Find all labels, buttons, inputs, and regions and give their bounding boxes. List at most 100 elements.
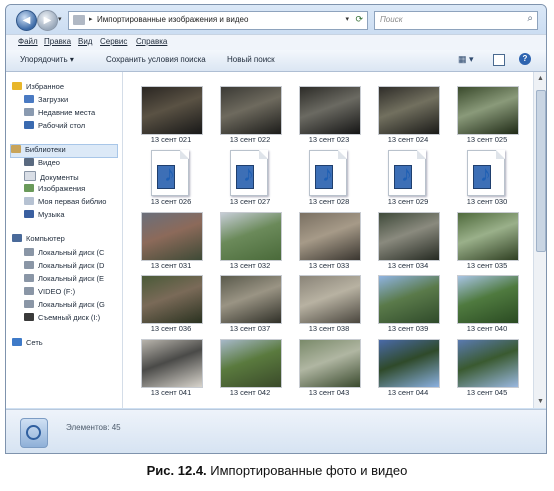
nav-label: Локальный диск (E xyxy=(38,274,104,283)
photo-file-item[interactable]: 13 сент 036 xyxy=(135,275,207,337)
nav-music[interactable]: Музыка xyxy=(24,210,65,222)
forward-button[interactable]: ▶ xyxy=(37,10,58,31)
video-file-icon: ♪ xyxy=(230,150,268,196)
network-icon xyxy=(12,338,22,346)
photo-thumbnail xyxy=(141,275,203,324)
nav-label: Изображения xyxy=(38,184,86,193)
vertical-scrollbar[interactable]: ▲ ▼ xyxy=(533,72,546,408)
nav-disk-e[interactable]: Локальный диск (E xyxy=(24,274,104,286)
nav-favorites[interactable]: Избранное xyxy=(12,82,64,94)
photo-file-item[interactable]: 13 сент 032 xyxy=(214,212,286,274)
navigation-pane: Избранное Загрузки Недавние места Рабочи… xyxy=(6,72,123,408)
address-dropdown-button[interactable]: ▾ xyxy=(345,15,349,23)
nav-label: Компьютер xyxy=(26,234,65,243)
photo-file-item[interactable]: 13 сент 044 xyxy=(372,339,444,401)
nav-video-f[interactable]: VIDEO (F:) xyxy=(24,287,75,299)
nav-disk-c[interactable]: Локальный диск (C xyxy=(24,248,104,260)
photo-file-item[interactable]: 13 сент 021 xyxy=(135,86,207,148)
photo-file-item[interactable]: 13 сент 037 xyxy=(214,275,286,337)
photo-file-item[interactable]: 13 сент 025 xyxy=(451,86,523,148)
nav-network[interactable]: Сеть xyxy=(12,338,43,350)
menu-view[interactable]: Вид xyxy=(78,37,92,46)
file-name-label: 13 сент 023 xyxy=(308,135,350,144)
nav-libraries[interactable]: Библиотеки xyxy=(10,144,118,158)
help-icon[interactable]: ? xyxy=(519,53,531,65)
photo-file-item[interactable]: 13 сент 045 xyxy=(451,339,523,401)
video-file-icon: ♪ xyxy=(467,150,505,196)
search-icon[interactable]: ⌕ xyxy=(527,13,533,24)
menu-file[interactable]: Файл xyxy=(18,37,38,46)
nav-disk-g[interactable]: Локальный диск (G xyxy=(24,300,105,312)
file-name-label: 13 сент 028 xyxy=(308,197,350,206)
search-box[interactable]: Поиск ⌕ xyxy=(374,11,538,30)
video-file-item[interactable]: ♪ 13 сент 030 xyxy=(451,148,523,210)
video-file-item[interactable]: ♪ 13 сент 027 xyxy=(214,148,286,210)
menu-help[interactable]: Справка xyxy=(136,37,167,46)
photo-file-item[interactable]: 13 сент 031 xyxy=(135,212,207,274)
chevron-right-icon[interactable]: ▸ xyxy=(89,15,93,23)
new-search-button[interactable]: Новый поиск xyxy=(227,55,275,64)
back-button[interactable]: ◀ xyxy=(16,10,37,31)
scroll-down-icon[interactable]: ▼ xyxy=(537,398,544,405)
nav-my-library[interactable]: Моя первая библио xyxy=(24,197,106,209)
nav-video[interactable]: Видео xyxy=(24,158,60,170)
nav-recent[interactable]: Недавние места xyxy=(24,108,95,120)
save-search-button[interactable]: Сохранить условия поиска xyxy=(106,55,206,64)
address-bar-area: ◀ ▶ ▾ ▸ Импортированные изображения и ви… xyxy=(6,5,546,50)
nav-label: Съемный диск (I:) xyxy=(38,313,101,322)
organize-button[interactable]: Упорядочить ▾ xyxy=(20,55,74,64)
photo-file-item[interactable]: 13 сент 043 xyxy=(293,339,365,401)
video-file-icon: ♪ xyxy=(151,150,189,196)
nav-label: Библиотеки xyxy=(25,145,66,154)
nav-label: Видео xyxy=(38,158,60,167)
preview-pane-icon[interactable] xyxy=(493,54,505,66)
file-name-label: 13 сент 042 xyxy=(229,388,271,397)
photo-file-item[interactable]: 13 сент 035 xyxy=(451,212,523,274)
file-name-label: 13 сент 030 xyxy=(466,197,508,206)
recent-pages-dropdown[interactable]: ▾ xyxy=(58,15,62,23)
nav-computer[interactable]: Компьютер xyxy=(12,234,65,246)
file-name-label: 13 сент 036 xyxy=(150,324,192,333)
nav-desktop[interactable]: Рабочий стол xyxy=(24,121,85,133)
drive-icon xyxy=(24,261,34,269)
photo-file-item[interactable]: 13 сент 039 xyxy=(372,275,444,337)
dvd-drive-icon xyxy=(24,287,34,295)
change-view-icon[interactable]: ▦ ▾ xyxy=(458,54,474,65)
photo-file-item[interactable]: 13 сент 038 xyxy=(293,275,365,337)
menu-edit[interactable]: Правка xyxy=(44,37,71,46)
nav-label: Локальный диск (D xyxy=(38,261,105,270)
scroll-up-icon[interactable]: ▲ xyxy=(537,75,544,82)
photo-file-item[interactable]: 13 сент 042 xyxy=(214,339,286,401)
photo-file-item[interactable]: 13 сент 024 xyxy=(372,86,444,148)
nav-images[interactable]: Изображения xyxy=(24,184,85,196)
photo-file-item[interactable]: 13 сент 040 xyxy=(451,275,523,337)
photo-file-item[interactable]: 13 сент 023 xyxy=(293,86,365,148)
photo-file-item[interactable]: 13 сент 041 xyxy=(135,339,207,401)
address-bar[interactable]: ▸ Импортированные изображения и видео ▾ … xyxy=(68,11,368,30)
photo-thumbnail xyxy=(378,275,440,324)
file-name-label: 13 сент 027 xyxy=(229,197,271,206)
nav-downloads[interactable]: Загрузки xyxy=(24,95,68,107)
menu-tools[interactable]: Сервис xyxy=(100,37,127,46)
address-path[interactable]: Импортированные изображения и видео xyxy=(97,15,248,24)
file-name-label: 13 сент 043 xyxy=(308,388,350,397)
photo-file-item[interactable]: 13 сент 034 xyxy=(372,212,444,274)
nav-documents[interactable]: Документы xyxy=(24,171,79,183)
photo-file-item[interactable]: 13 сент 022 xyxy=(214,86,286,148)
file-name-label: 13 сент 024 xyxy=(387,135,429,144)
photo-thumbnail xyxy=(378,212,440,261)
caption-number: Рис. 12.4. xyxy=(146,463,207,478)
photo-thumbnail xyxy=(220,212,282,261)
video-file-icon: ♪ xyxy=(309,150,347,196)
nav-disk-d[interactable]: Локальный диск (D xyxy=(24,261,104,273)
video-file-item[interactable]: ♪ 13 сент 028 xyxy=(293,148,365,210)
nav-removable[interactable]: Съемный диск (I:) xyxy=(24,313,100,325)
video-file-item[interactable]: ♪ 13 сент 026 xyxy=(135,148,207,210)
scrollbar-thumb[interactable] xyxy=(536,90,546,252)
photo-thumbnail xyxy=(141,212,203,261)
video-file-item[interactable]: ♪ 13 сент 029 xyxy=(372,148,444,210)
photo-thumbnail xyxy=(220,339,282,388)
photo-file-item[interactable]: 13 сент 033 xyxy=(293,212,365,274)
refresh-icon[interactable]: ⟳ xyxy=(355,14,363,25)
search-input[interactable]: Поиск xyxy=(380,15,402,24)
